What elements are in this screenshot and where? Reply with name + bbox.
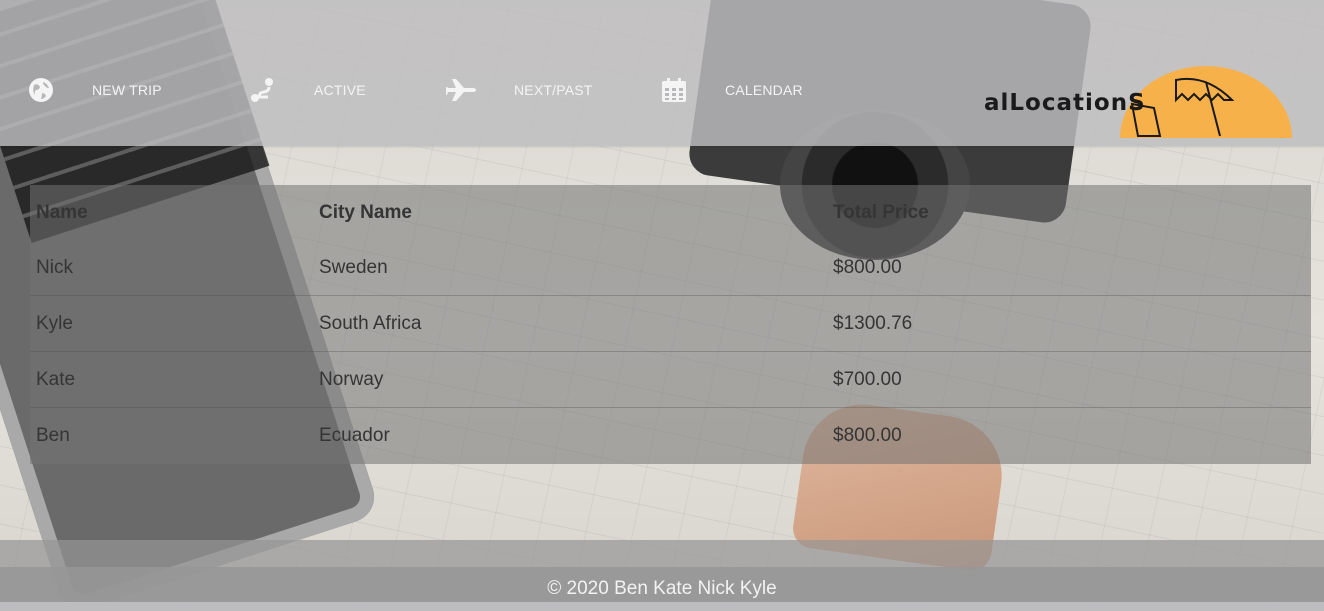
route-icon bbox=[250, 77, 276, 103]
table-row: Kyle South Africa $1300.76 bbox=[30, 296, 1311, 352]
top-nav-bar: NEW TRIP ACTIVE NEXT/PAST CALENDAR alLoc… bbox=[0, 0, 1324, 146]
cell-name: Nick bbox=[36, 256, 73, 278]
trips-table: Name City Name Total Price Nick Sweden $… bbox=[30, 185, 1311, 464]
allocations-logo[interactable]: alLocationS bbox=[980, 64, 1292, 140]
column-header-total-price: Total Price bbox=[833, 201, 929, 223]
cell-price: $800.00 bbox=[833, 256, 902, 278]
nav-new-trip-label: NEW TRIP bbox=[92, 82, 162, 98]
globe-icon bbox=[28, 77, 54, 103]
logo-text: alLocationS bbox=[984, 90, 1146, 116]
nav-calendar[interactable]: CALENDAR bbox=[661, 72, 803, 108]
footer-copyright: © 2020 Ben Kate Nick Kyle bbox=[547, 578, 777, 599]
cell-name: Kate bbox=[36, 368, 76, 390]
nav-next-past[interactable]: NEXT/PAST bbox=[445, 72, 593, 108]
table-header-row: Name City Name Total Price bbox=[30, 185, 1311, 240]
cell-price: $1300.76 bbox=[833, 312, 913, 334]
nav-active[interactable]: ACTIVE bbox=[250, 72, 366, 108]
table-row: Ben Ecuador $800.00 bbox=[30, 408, 1311, 464]
cell-city: Norway bbox=[319, 368, 384, 390]
nav-active-label: ACTIVE bbox=[314, 82, 366, 98]
cell-price: $800.00 bbox=[833, 424, 902, 446]
cell-city: Ecuador bbox=[319, 424, 390, 446]
column-header-name: Name bbox=[36, 201, 88, 223]
nav-calendar-label: CALENDAR bbox=[725, 82, 803, 98]
cell-name: Ben bbox=[36, 424, 70, 446]
nav-next-past-label: NEXT/PAST bbox=[514, 82, 593, 98]
column-header-city: City Name bbox=[319, 201, 412, 223]
footer: © 2020 Ben Kate Nick Kyle bbox=[0, 567, 1324, 602]
plane-icon bbox=[445, 77, 476, 103]
cell-city: South Africa bbox=[319, 312, 422, 334]
cell-price: $700.00 bbox=[833, 368, 902, 390]
nav-new-trip[interactable]: NEW TRIP bbox=[28, 72, 162, 108]
cell-name: Kyle bbox=[36, 312, 73, 334]
table-row: Kate Norway $700.00 bbox=[30, 352, 1311, 408]
table-row: Nick Sweden $800.00 bbox=[30, 240, 1311, 296]
calendar-icon bbox=[661, 77, 687, 103]
cell-city: Sweden bbox=[319, 256, 388, 278]
